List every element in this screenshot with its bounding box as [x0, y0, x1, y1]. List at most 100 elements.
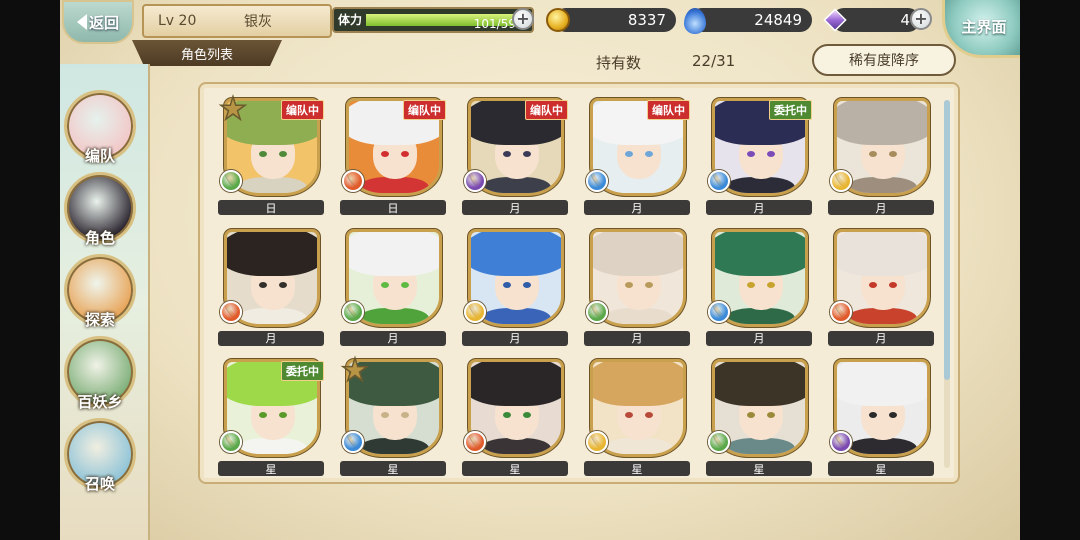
character-nameplate: 星 [218, 461, 324, 477]
character-nameplate: 日 [218, 200, 324, 215]
character-card[interactable]: 星 [706, 359, 816, 477]
back-label: 返回 [88, 13, 119, 32]
portrait-hair [593, 362, 683, 407]
nav-character-label: 角色 [84, 229, 115, 247]
character-card[interactable]: 委托中月 [706, 98, 816, 215]
character-nameplate: 月 [584, 330, 690, 346]
wind-element-icon [586, 300, 608, 323]
nav-formation-label: 编队 [84, 147, 115, 165]
portrait-body [847, 177, 917, 193]
formation-badge: 编队中 [647, 100, 690, 120]
gold-counter: 8337 [554, 8, 676, 32]
water-element-icon [708, 300, 730, 323]
portrait-hair [837, 231, 927, 276]
character-card[interactable]: 月 [340, 228, 450, 346]
character-card[interactable]: 编队中月 [584, 98, 694, 215]
nav-explore[interactable]: 探索 [64, 254, 136, 329]
portrait-eye [767, 281, 775, 288]
character-card[interactable]: 星 [584, 359, 694, 477]
character-nameplate: 月 [828, 330, 934, 346]
portrait-body [481, 438, 551, 455]
player-level: Lv 20 [158, 13, 197, 29]
portrait-eye [645, 281, 653, 288]
character-nameplate: 月 [218, 330, 324, 346]
add-stamina-button[interactable]: + [512, 8, 534, 30]
character-nameplate: 日 [340, 200, 446, 215]
nav-character[interactable]: 角色 [64, 172, 136, 247]
portrait-body [481, 177, 551, 193]
nav-village-label: 百妖乡 [77, 393, 123, 411]
portrait-eye [747, 281, 755, 288]
spirit-value: 24849 [754, 11, 802, 29]
character-card[interactable]: 月 [218, 228, 328, 346]
formation-badge: 编队中 [403, 100, 446, 120]
stamina-bar: 体力 101/59 [332, 7, 534, 33]
section-title: 角色列表 [132, 40, 282, 66]
portrait-body [603, 307, 673, 324]
portrait-eye [869, 281, 877, 288]
character-card[interactable]: 星 [462, 359, 572, 477]
portrait-hair [471, 362, 561, 407]
character-card[interactable]: 委托中星 [218, 359, 328, 477]
character-card[interactable]: 星 [340, 355, 450, 477]
character-nameplate: 星 [706, 461, 812, 477]
portrait-hair [471, 231, 561, 276]
dark-element-icon [464, 170, 486, 192]
blue-flame-icon [684, 8, 706, 34]
portrait-eye [503, 151, 511, 157]
portrait-body [603, 438, 673, 455]
portrait-body [725, 438, 795, 455]
nav-formation[interactable]: 编队 [64, 90, 136, 165]
portrait-eye [279, 151, 287, 157]
character-grid: 编队中日编队中日编队中月编队中月委托中月月月月月月月月委托中星星星星星星 [218, 94, 942, 477]
stamina-label: 体力 [338, 13, 363, 27]
portrait-body [603, 177, 673, 193]
home-button[interactable]: 主界面 [942, 0, 1020, 58]
character-nameplate: 月 [462, 330, 568, 346]
scrollbar-track[interactable] [944, 100, 950, 468]
portrait-hair [837, 362, 927, 407]
formation-badge: 编队中 [281, 100, 324, 120]
portrait-body [237, 177, 307, 193]
sort-rarity-button[interactable]: 稀有度降序 [812, 44, 956, 76]
fire-element-icon [342, 170, 364, 192]
portrait-hair [715, 362, 805, 407]
player-level-plate: Lv 20 银灰 [142, 4, 332, 38]
portrait-body [481, 307, 551, 324]
character-nameplate: 月 [706, 200, 812, 215]
character-nameplate: 月 [584, 200, 690, 215]
nav-summon[interactable]: 召唤 [64, 418, 136, 493]
character-card[interactable]: 月 [462, 228, 572, 346]
stamina-value: 101/59 [473, 17, 516, 31]
side-nav: 编队 角色 探索 百妖乡 召唤 [60, 64, 150, 540]
character-nameplate: 月 [462, 200, 568, 215]
nav-village[interactable]: 百妖乡 [64, 336, 136, 411]
character-card[interactable]: 月 [706, 228, 816, 346]
portrait-eye [645, 151, 653, 157]
character-nameplate: 星 [340, 461, 446, 477]
portrait-eye [279, 281, 287, 288]
character-card[interactable]: 月 [584, 228, 694, 346]
character-card[interactable]: 编队中月 [462, 98, 572, 215]
character-card[interactable]: 编队中日 [218, 94, 328, 215]
owned-count-value: 22/31 [692, 52, 736, 70]
back-button[interactable]: 返回 [62, 0, 134, 44]
water-element-icon [708, 170, 730, 192]
character-card[interactable]: 编队中日 [340, 98, 450, 215]
portrait-body [847, 307, 917, 324]
add-gem-button[interactable]: + [910, 8, 932, 30]
portrait-eye [747, 151, 755, 157]
formation-badge: 编队中 [525, 100, 568, 120]
letterbox-left [0, 0, 60, 540]
scrollbar-thumb[interactable] [944, 100, 950, 380]
owned-count-label: 持有数 [596, 54, 642, 72]
character-card[interactable]: 月 [828, 98, 938, 215]
portrait-eye [767, 151, 775, 157]
portrait-body [359, 438, 429, 455]
entrust-badge: 委托中 [281, 361, 324, 382]
gem-value: 4 [900, 11, 910, 29]
portrait-eye [523, 281, 531, 288]
game-screen: 返回 Lv 20 银灰 体力 101/59 + 8337 24849 4 + 主… [60, 0, 1020, 540]
character-card[interactable]: 星 [828, 359, 938, 477]
character-card[interactable]: 月 [828, 228, 938, 346]
